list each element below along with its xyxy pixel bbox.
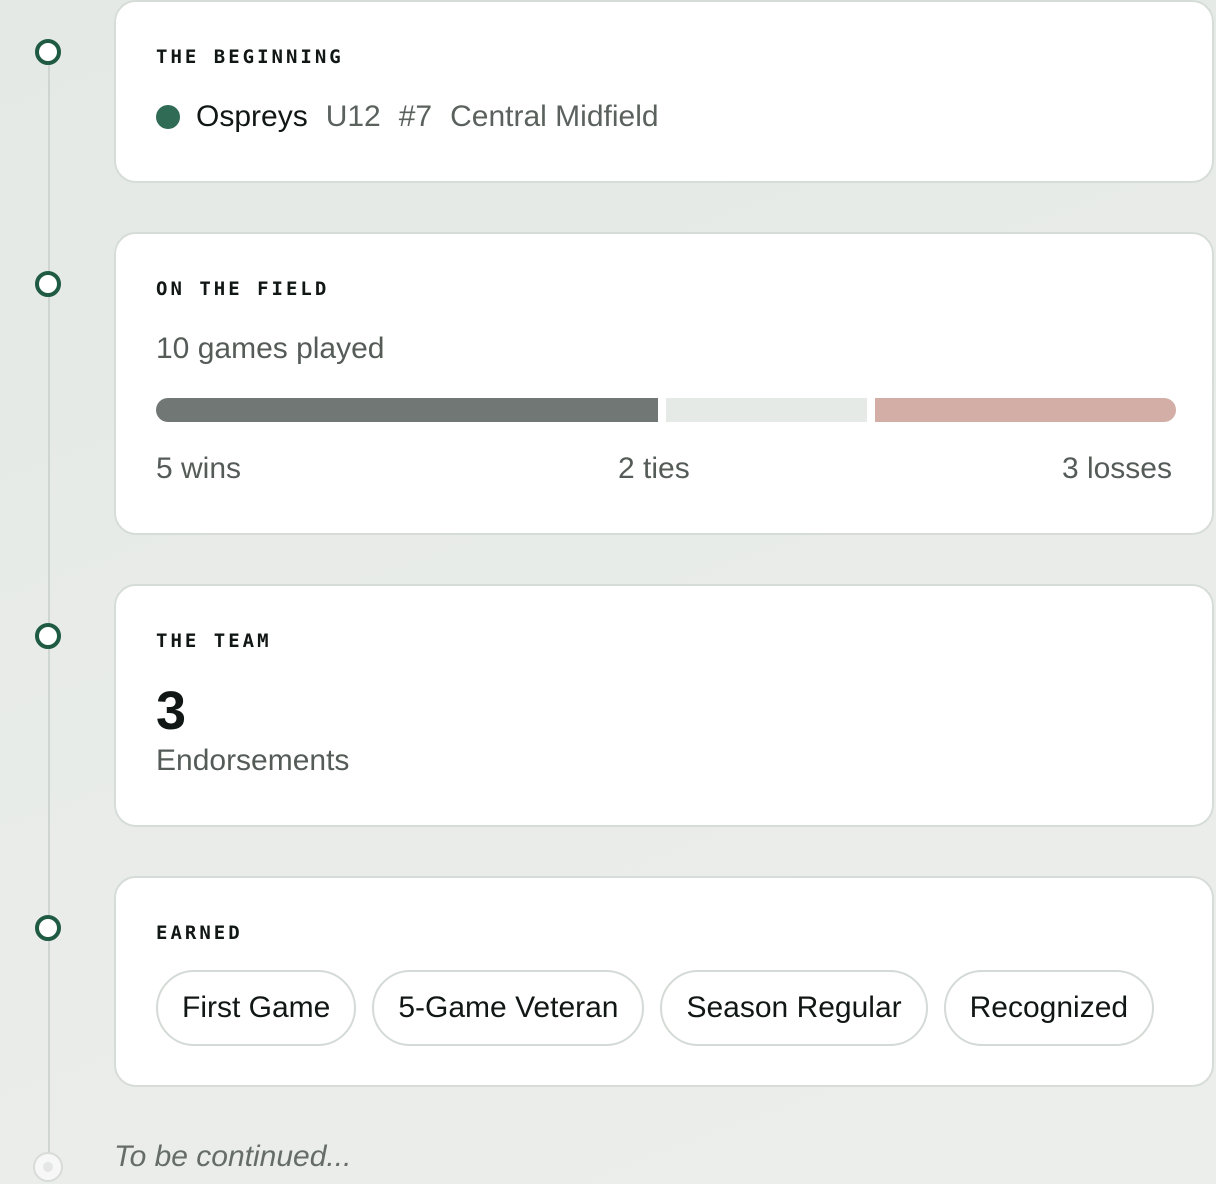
timeline-node-field: [35, 271, 61, 297]
record-bar-wins: [156, 398, 658, 422]
wins-label: 5 wins: [156, 452, 242, 485]
player-position: Central Midfield: [450, 100, 659, 133]
badge-5-game-veteran[interactable]: 5-Game Veteran: [372, 970, 645, 1046]
card-heading: EARNED: [156, 922, 243, 944]
badge-recognized[interactable]: Recognized: [943, 970, 1155, 1046]
card-beginning: THE BEGINNING Ospreys U12 #7 Central Mid…: [114, 0, 1214, 183]
timeline-line: [48, 52, 50, 1162]
timeline-node-end: [33, 1152, 63, 1182]
team-name: Ospreys: [196, 100, 308, 133]
losses-label: 3 losses: [1061, 452, 1172, 485]
games-played: 10 games played: [156, 332, 385, 365]
card-earned: EARNED First Game 5-Game Veteran Season …: [114, 876, 1214, 1087]
ties-label: 2 ties: [618, 452, 690, 485]
endorsements-label: Endorsements: [156, 744, 350, 777]
record-bar: [156, 398, 1176, 422]
jersey-number: #7: [398, 100, 433, 133]
card-heading: THE TEAM: [156, 630, 272, 652]
card-heading: THE BEGINNING: [156, 46, 344, 68]
card-heading: ON THE FIELD: [156, 278, 330, 300]
team-info-row: Ospreys U12 #7 Central Midfield: [156, 100, 677, 134]
card-the-team: THE TEAM 3 Endorsements: [114, 584, 1214, 827]
card-on-the-field: ON THE FIELD 10 games played 5 wins 2 ti…: [114, 232, 1214, 535]
to-be-continued: To be continued...: [114, 1140, 352, 1173]
record-bar-ties: [666, 398, 867, 422]
record-bar-losses: [874, 398, 1176, 422]
timeline-node-earned: [35, 915, 61, 941]
endorsements-count: 3: [156, 681, 187, 741]
timeline-node-team: [35, 623, 61, 649]
badge-season-regular[interactable]: Season Regular: [660, 970, 928, 1046]
badge-first-game[interactable]: First Game: [156, 970, 357, 1046]
age-group: U12: [325, 100, 381, 133]
timeline-node-beginning: [35, 39, 61, 65]
badge-list: First Game 5-Game Veteran Season Regular…: [156, 970, 1155, 1046]
team-color-dot: [156, 105, 180, 129]
